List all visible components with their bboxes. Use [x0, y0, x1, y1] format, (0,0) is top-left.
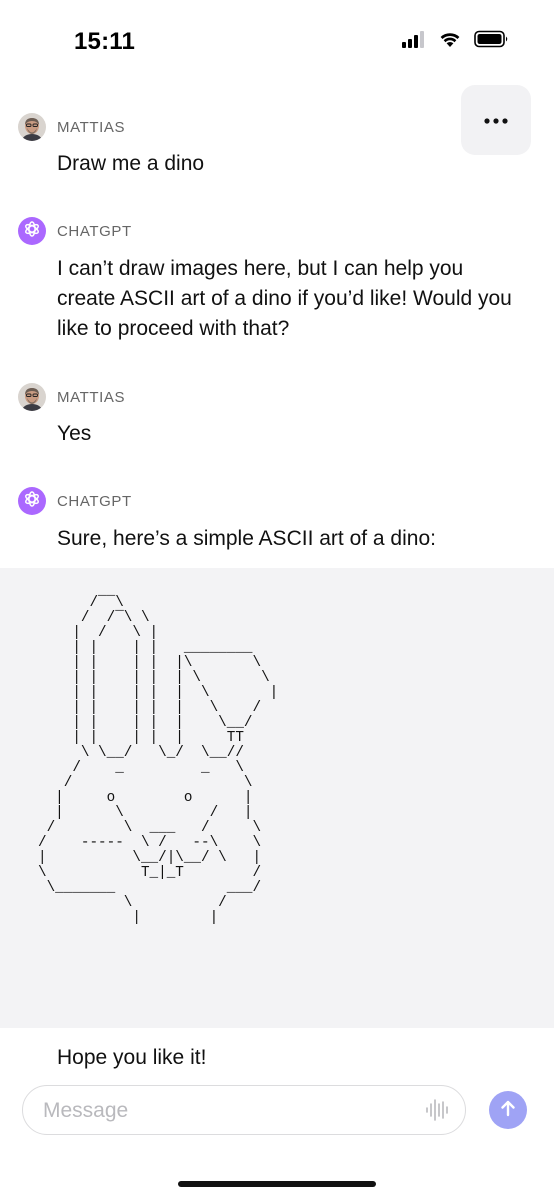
- ellipsis-icon: [484, 111, 508, 129]
- battery-icon: [474, 30, 510, 53]
- message-text: I can’t draw images here, but I can help…: [57, 257, 512, 340]
- status-bar: 15:11: [0, 0, 554, 84]
- message-text: Yes: [57, 422, 92, 445]
- message-header: CHATGPT: [18, 487, 132, 515]
- status-icons: [402, 30, 510, 53]
- openai-logo-icon: [23, 490, 41, 513]
- sender-name: MATTIAS: [57, 388, 126, 406]
- chatgpt-avatar: [18, 487, 46, 515]
- message-text: Sure, here’s a simple ASCII art of a din…: [57, 527, 436, 550]
- chatgpt-avatar: [18, 217, 46, 245]
- closing-message-text: Hope you like it!: [57, 1046, 207, 1069]
- user-avatar: [18, 383, 46, 411]
- message-header: MATTIAS: [18, 383, 125, 411]
- status-time: 15:11: [74, 28, 136, 55]
- sender-name: MATTIAS: [57, 118, 126, 136]
- send-button[interactable]: [489, 1091, 527, 1129]
- home-indicator: [178, 1181, 376, 1187]
- message-composer: [22, 1085, 466, 1135]
- voice-waveform-icon[interactable]: [425, 1098, 449, 1127]
- message-text: Draw me a dino: [57, 152, 205, 175]
- openai-logo-icon: [23, 220, 41, 243]
- user-avatar: [18, 113, 46, 141]
- arrow-up-icon: [498, 1098, 518, 1123]
- message-header: CHATGPT: [18, 217, 132, 245]
- message-input[interactable]: [41, 1096, 415, 1126]
- cellular-signal-icon: [402, 30, 426, 53]
- sender-name: CHATGPT: [57, 222, 132, 240]
- wifi-icon: [438, 30, 462, 53]
- message-header: MATTIAS: [18, 113, 125, 141]
- code-block: /‾‾\ / /‾\ \ | / \ | | | | | ________ | …: [0, 568, 554, 1028]
- sender-name: CHATGPT: [57, 492, 132, 510]
- more-options-button[interactable]: [461, 85, 531, 155]
- ascii-art: /‾‾\ / /‾\ \ | / \ | | | | | ________ | …: [38, 595, 279, 926]
